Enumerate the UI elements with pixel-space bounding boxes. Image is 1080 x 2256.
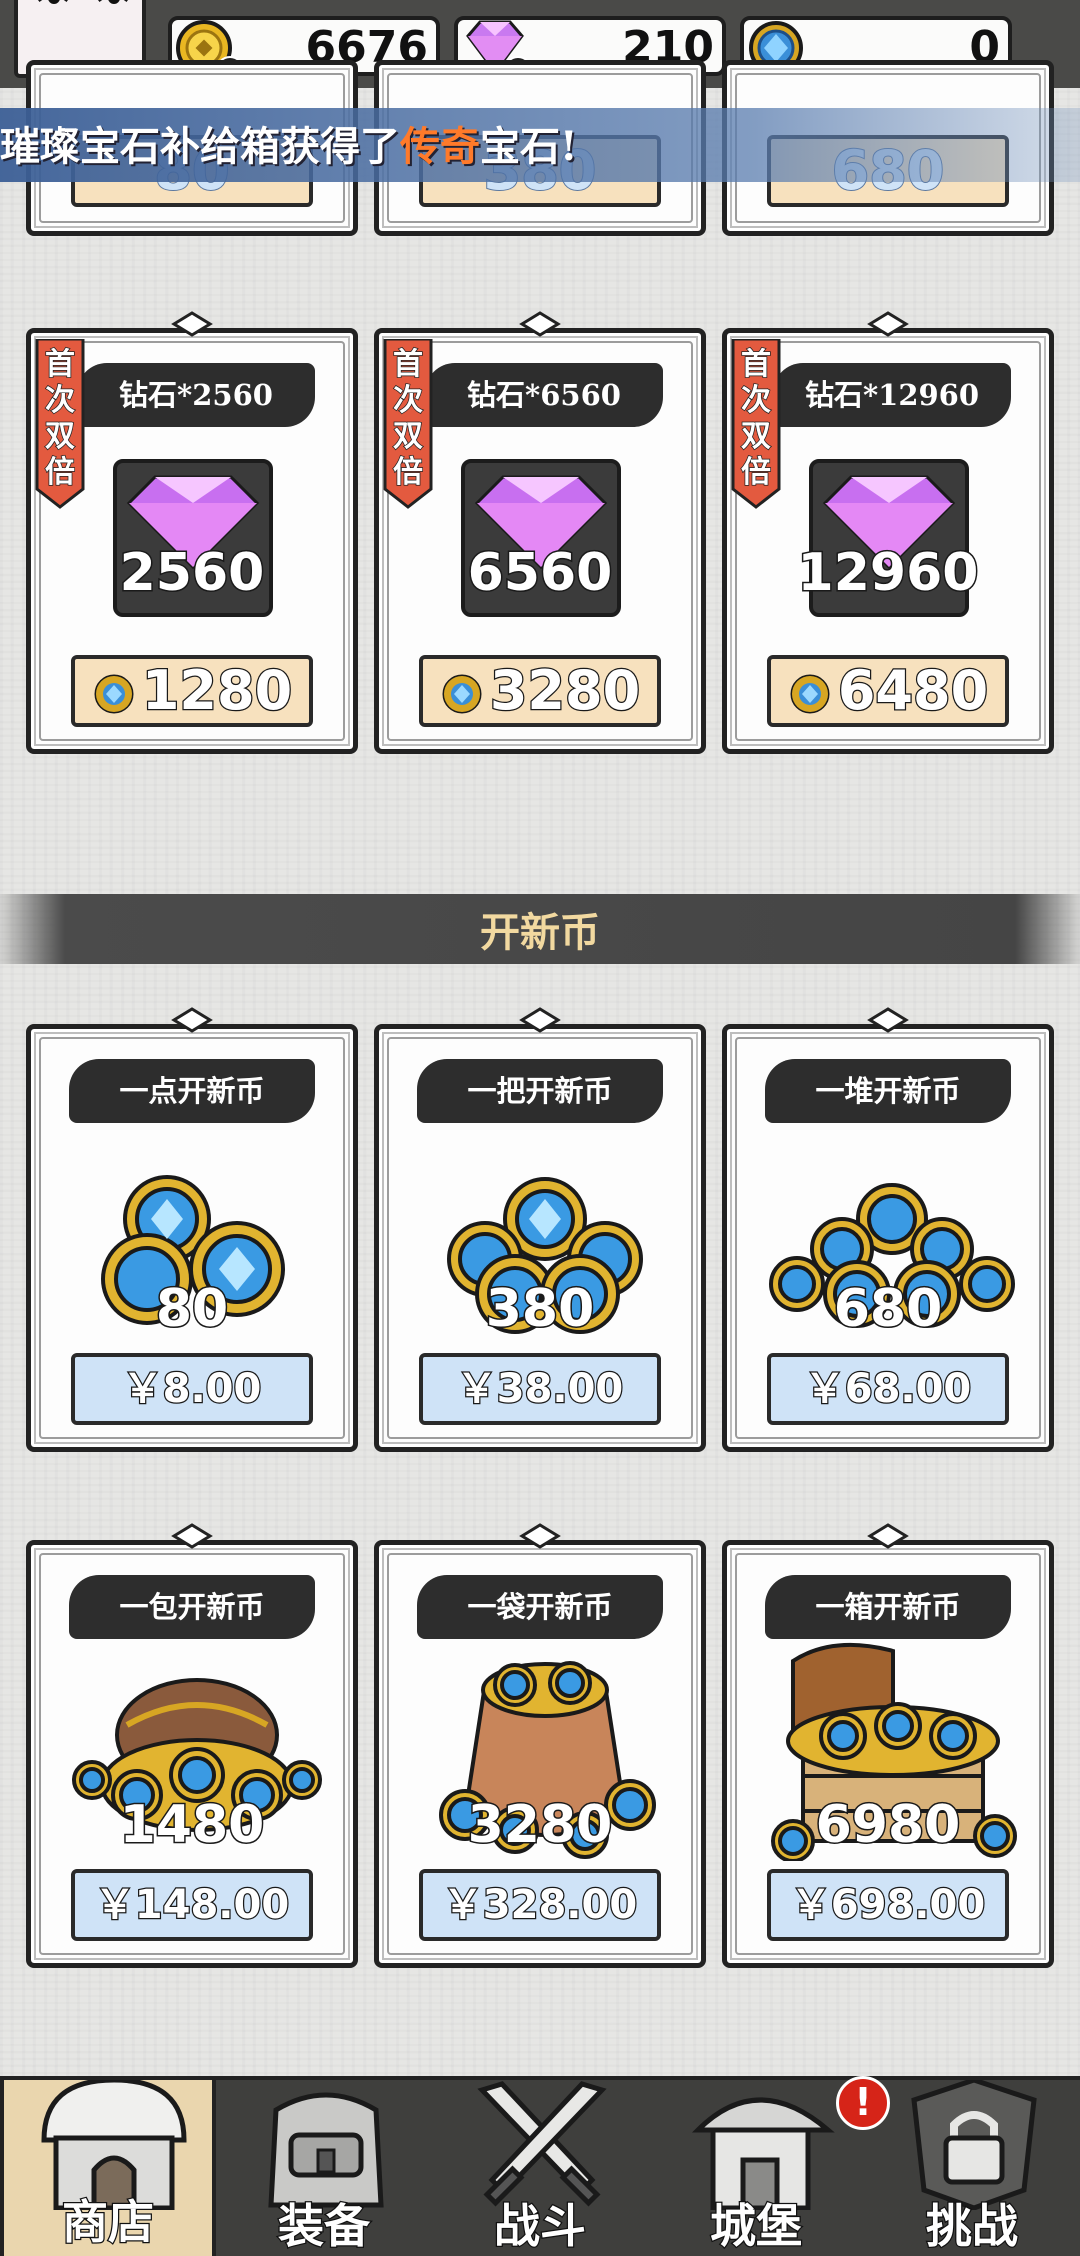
pack-title: 一包开新币	[69, 1575, 315, 1639]
castle-alert-badge: !	[836, 2076, 890, 2130]
card-top-ornament-icon	[867, 1007, 909, 1033]
card-top-ornament-icon	[867, 1523, 909, 1549]
pack-amount: 380	[484, 1278, 596, 1341]
pack-title: 钻石*2560	[77, 363, 315, 427]
card-top-ornament-icon	[519, 311, 561, 337]
pack-amount: 6980	[814, 1794, 962, 1857]
pack-title: 一点开新币	[69, 1059, 315, 1123]
buy-button[interactable]: ￥8.00	[71, 1353, 313, 1425]
buy-button[interactable]: 6480	[767, 655, 1009, 727]
card-top-ornament-icon	[171, 1007, 213, 1033]
pack-title: 钻石*12960	[773, 363, 1011, 427]
nav-battle[interactable]: 战斗	[432, 2080, 648, 2256]
pack-title: 钻石*6560	[425, 363, 663, 427]
section-header: 开新币	[0, 894, 1080, 964]
coin-pack-card[interactable]: 一点开新币 80 ￥8.00	[26, 1007, 358, 1452]
nav-battle-label: 战斗	[493, 2198, 588, 2255]
buy-button[interactable]: ￥38.00	[419, 1353, 661, 1425]
pack-amount: 2560	[118, 542, 266, 605]
bottom-navigation: 商店 装备 战斗 城堡 挑战	[0, 2076, 1080, 2256]
first-double-ribbon: 首次双倍	[383, 339, 433, 509]
pack-amount: 6560	[466, 542, 614, 605]
card-top-ornament-icon	[519, 1007, 561, 1033]
coin-pack-card[interactable]: 一堆开新币 680 ￥68.00	[722, 1007, 1054, 1452]
pack-title: 一箱开新币	[765, 1575, 1011, 1639]
marquee-highlight: 传奇	[400, 123, 480, 170]
marquee-prefix: 璀璨宝石补给箱获得了	[0, 123, 400, 170]
marquee-suffix: 宝石!	[480, 123, 578, 170]
nav-challenge-label: 挑战	[925, 2198, 1020, 2255]
pack-title: 一袋开新币	[417, 1575, 663, 1639]
pack-amount: 80	[154, 1278, 229, 1341]
pack-amount: 1480	[118, 1794, 266, 1857]
section-title: 开新币	[480, 909, 600, 956]
pack-title: 一堆开新币	[765, 1059, 1011, 1123]
buy-button[interactable]: 3280	[419, 655, 661, 727]
nav-equipment-label: 装备	[277, 2198, 372, 2255]
first-double-ribbon: 首次双倍	[731, 339, 781, 509]
coin-pack-card[interactable]: 一把开新币 380 ￥38.00	[374, 1007, 706, 1452]
pack-amount: 3280	[466, 1794, 614, 1857]
diamond-pack-card[interactable]: 首次双倍 钻石*2560 2560 1280	[26, 311, 358, 754]
pack-amount: 12960	[796, 542, 980, 605]
diamond-pack-card[interactable]: 首次双倍 钻石*12960 12960 6480	[722, 311, 1054, 754]
nav-equipment[interactable]: 装备	[216, 2080, 432, 2256]
buy-button[interactable]: ￥68.00	[767, 1353, 1009, 1425]
buy-button[interactable]: ￥148.00	[71, 1869, 313, 1941]
card-top-ornament-icon	[171, 1523, 213, 1549]
card-top-ornament-icon	[519, 1523, 561, 1549]
card-top-ornament-icon	[867, 311, 909, 337]
nav-castle-label: 城堡	[709, 2198, 804, 2255]
coin-pack-card[interactable]: 一箱开新币 6980 ￥698.00	[722, 1523, 1054, 1968]
first-double-ribbon: 首次双倍	[35, 339, 85, 509]
coin-pack-card[interactable]: 一包开新币 1480 ￥148.00	[26, 1523, 358, 1968]
nav-challenge[interactable]: 挑战	[864, 2080, 1080, 2256]
nav-shop[interactable]: 商店	[0, 2080, 216, 2256]
diamond-pack-card[interactable]: 首次双倍 钻石*6560 6560 3280	[374, 311, 706, 754]
pack-amount: 680	[832, 1278, 944, 1341]
coin-pack-card[interactable]: 一袋开新币 3280 ￥328.00	[374, 1523, 706, 1968]
nav-shop-label: 商店	[61, 2194, 156, 2251]
buy-button[interactable]: ￥328.00	[419, 1869, 661, 1941]
pack-title: 一把开新币	[417, 1059, 663, 1123]
blue-gem-coin-icon	[790, 674, 830, 714]
nav-castle[interactable]: 城堡	[648, 2080, 864, 2256]
buy-button[interactable]: ￥698.00	[767, 1869, 1009, 1941]
blue-gem-coin-icon	[442, 674, 482, 714]
card-top-ornament-icon	[171, 311, 213, 337]
blue-gem-coin-icon	[94, 674, 134, 714]
announcement-marquee: 璀璨宝石补给箱获得了传奇宝石!	[0, 108, 1080, 182]
buy-button[interactable]: 1280	[71, 655, 313, 727]
